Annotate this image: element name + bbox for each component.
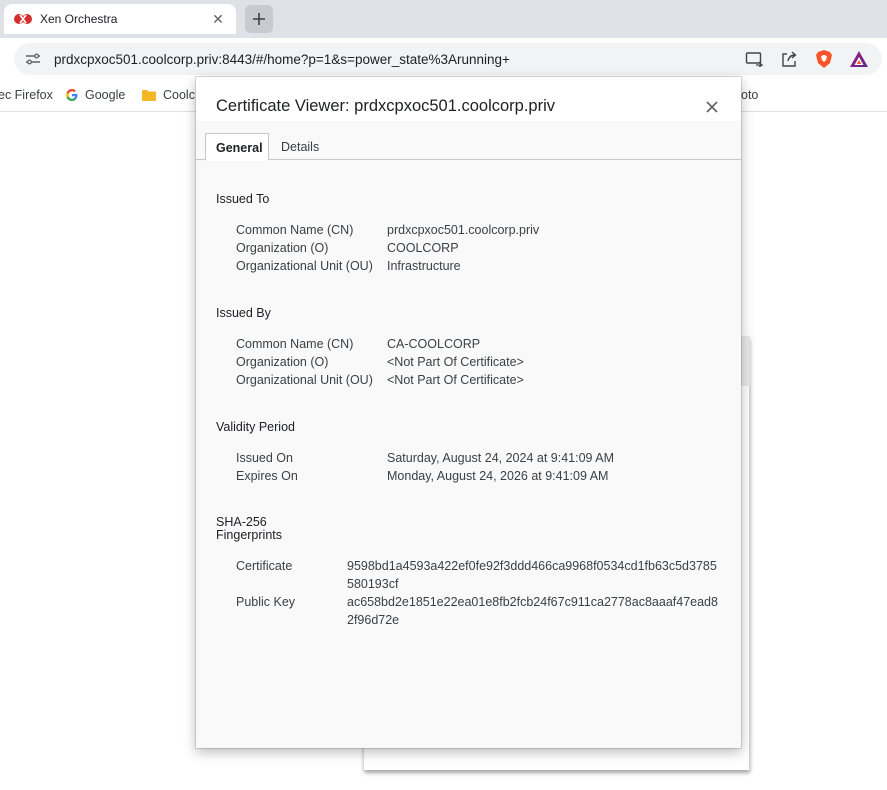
- google-icon: [65, 88, 79, 102]
- issued-by-ou-value: <Not Part Of Certificate>: [387, 373, 524, 387]
- bookmark-label: Coolc: [163, 88, 195, 102]
- folder-icon: [141, 89, 157, 102]
- tab-strip: Xen Orchestra ✕: [0, 0, 887, 38]
- issued-by-o-label: Organization (O): [236, 355, 329, 369]
- issued-to-cn-value: prdxcpxoc501.coolcorp.priv: [387, 223, 540, 237]
- issued-by-ou-label: Organizational Unit (OU): [236, 373, 373, 387]
- certificate-fingerprint-label: Certificate: [236, 559, 293, 573]
- issued-on-label: Issued On: [236, 451, 293, 465]
- dialog-tabs: General Details: [196, 133, 741, 161]
- tab-details[interactable]: Details: [271, 133, 329, 160]
- issued-to-o-value: COOLCORP: [387, 241, 459, 255]
- xen-orchestra-favicon-icon: [14, 12, 32, 26]
- bookmark-label: ec Firefox: [0, 88, 53, 102]
- address-bar[interactable]: prdxcpxoc501.coolcorp.priv:8443/#/home?p…: [14, 43, 882, 75]
- bookmark-label: oto: [741, 88, 759, 102]
- bookmark-folder-coolcorp[interactable]: Coolc: [141, 88, 195, 102]
- bookmark-google[interactable]: Google: [65, 88, 125, 102]
- issued-by-cn-value: CA-COOLCORP: [387, 337, 481, 351]
- issued-to-cn-label: Common Name (CN): [236, 223, 354, 237]
- bookmark-label: Google: [85, 88, 126, 102]
- bookmark-firefox[interactable]: ec Firefox: [0, 88, 53, 102]
- site-info-icon[interactable]: [24, 50, 42, 68]
- bookmark-photo[interactable]: oto: [741, 88, 758, 102]
- public-key-fingerprint-value: ac658bd2e1851e22ea01e8fb2fcb24f67c911ca2…: [347, 595, 718, 627]
- public-key-fingerprint-label: Public Key: [236, 595, 296, 609]
- issued-to-ou-label: Organizational Unit (OU): [236, 259, 373, 273]
- tab-general[interactable]: General: [205, 133, 269, 161]
- issued-to-o-label: Organization (O): [236, 241, 329, 255]
- issued-on-value: Saturday, August 24, 2024 at 9:41:09 AM: [387, 451, 615, 465]
- dialog-header: Certificate Viewer: prdxcpxoc501.coolcor…: [196, 77, 741, 121]
- share-icon[interactable]: [777, 47, 801, 71]
- url-text[interactable]: prdxcpxoc501.coolcorp.priv:8443/#/home?p…: [54, 52, 742, 67]
- tab-title: Xen Orchestra: [40, 12, 118, 26]
- toolbar: prdxcpxoc501.coolcorp.priv:8443/#/home?p…: [0, 38, 887, 82]
- issued-by-o-value: <Not Part Of Certificate>: [387, 355, 524, 369]
- validity-heading: Validity Period: [216, 420, 295, 434]
- background-panel-scroll-strip: [740, 336, 750, 386]
- close-icon[interactable]: [702, 97, 722, 117]
- issued-by-cn-label: Common Name (CN): [236, 337, 354, 351]
- expires-on-value: Monday, August 24, 2026 at 9:41:09 AM: [387, 469, 609, 483]
- plus-icon: [253, 13, 265, 25]
- fingerprints-heading: SHA-256 Fingerprints: [216, 516, 282, 542]
- issued-to-ou-value: Infrastructure: [387, 259, 461, 273]
- new-tab-button[interactable]: [245, 5, 273, 33]
- issued-to-heading: Issued To: [216, 192, 270, 206]
- cast-icon[interactable]: [742, 47, 766, 71]
- expires-on-label: Expires On: [236, 469, 298, 483]
- certificate-fingerprint-value: 9598bd1a4593a422ef0fe92f3ddd466ca9968f05…: [347, 559, 717, 591]
- brave-shields-icon[interactable]: [812, 47, 836, 71]
- tab-close-icon[interactable]: ✕: [210, 11, 226, 28]
- brave-rewards-icon[interactable]: [847, 47, 871, 71]
- issued-by-heading: Issued By: [216, 306, 271, 320]
- certificate-viewer-dialog: Certificate Viewer: prdxcpxoc501.coolcor…: [196, 77, 741, 748]
- fingerprints-heading-line2: Fingerprints: [216, 528, 282, 542]
- browser-tab[interactable]: Xen Orchestra ✕: [4, 4, 236, 34]
- dialog-title: Certificate Viewer: prdxcpxoc501.coolcor…: [216, 97, 556, 115]
